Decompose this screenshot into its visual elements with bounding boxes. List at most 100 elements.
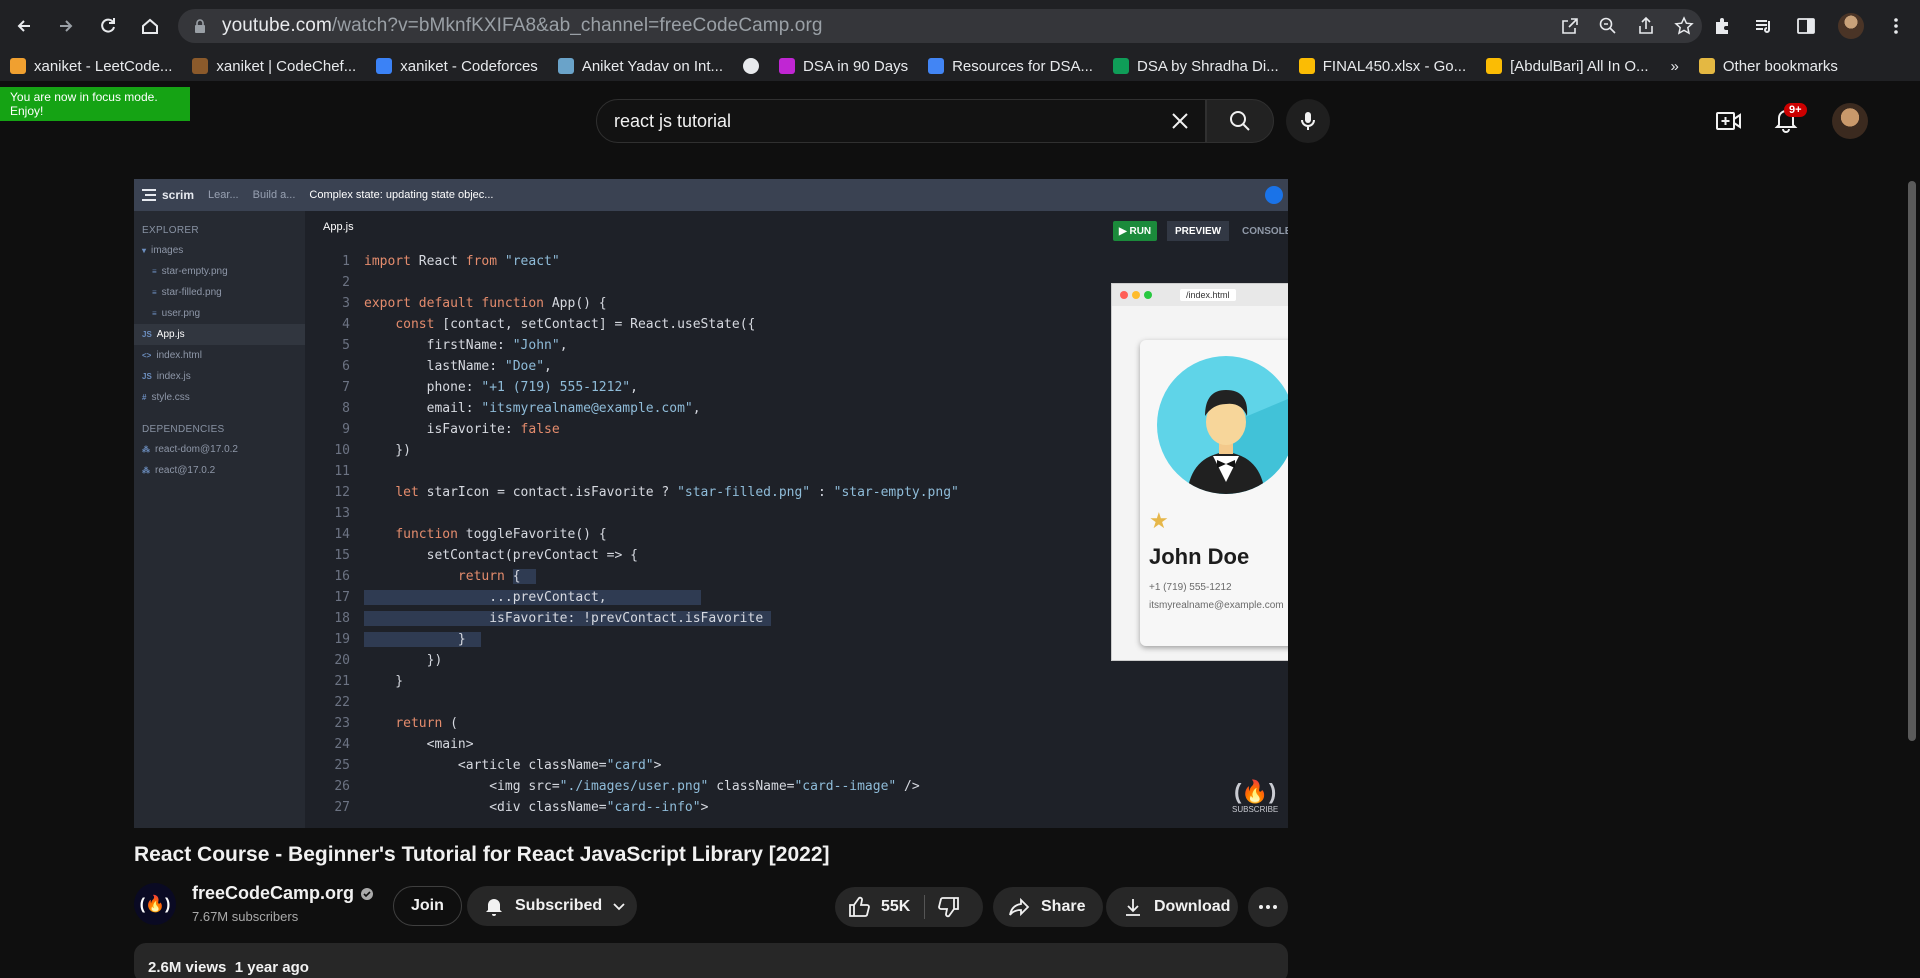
create-video-icon[interactable] (1716, 108, 1742, 134)
console-button: CONSOLE (1237, 221, 1288, 241)
bookmarks-overflow-button[interactable]: » (1661, 58, 1689, 75)
join-button[interactable]: Join (393, 886, 462, 926)
bookmark-item[interactable] (733, 58, 769, 74)
share-button[interactable]: Share (993, 887, 1103, 927)
bookmark-item[interactable]: xaniket - Codeforces (366, 58, 548, 75)
bookmark-label: Aniket Yadav on Int... (581, 57, 724, 75)
code-line: 27 <div className="card--info"> (334, 800, 709, 815)
zoom-icon[interactable] (1598, 16, 1618, 36)
file-name: index.js (156, 371, 191, 382)
scrimba-logo: scrim (142, 188, 194, 202)
bookmark-item[interactable]: FINAL450.xlsx - Go... (1289, 58, 1476, 75)
bookmark-item[interactable]: [AbdulBari] All In O... (1476, 58, 1658, 75)
bookmark-label: xaniket - Codeforces (400, 57, 538, 75)
media-control-icon[interactable] (1754, 16, 1774, 36)
bookmark-item[interactable]: Resources for DSA... (918, 58, 1103, 75)
bookmark-item[interactable]: xaniket | CodeChef... (182, 58, 366, 75)
card-email: itsmyrealname@example.com (1149, 600, 1284, 611)
bookmarks-bar: xaniket - LeetCode... xaniket | CodeChef.… (0, 51, 1920, 81)
bookmark-favicon-icon (928, 58, 945, 74)
search-input[interactable]: react js tutorial (596, 99, 1206, 143)
address-bar[interactable]: youtube.com/watch?v=bMknfKXIFA8&ab_chann… (178, 9, 1702, 43)
watermark-text: SUBSCRIBE (1232, 805, 1279, 814)
file-type-icon: JS (142, 372, 152, 381)
bookmark-label: xaniket - LeetCode... (34, 57, 173, 75)
explorer-folder: ▾ images (134, 240, 305, 261)
scrim-breadcrumb-1: Lear... (208, 189, 239, 201)
reload-button[interactable] (90, 8, 126, 44)
download-button[interactable]: Download (1106, 887, 1238, 927)
voice-search-button[interactable] (1286, 99, 1330, 143)
share-arrow-icon (1009, 897, 1030, 917)
explorer-file: ≡ star-filled.png (134, 282, 305, 303)
file-name: images (151, 245, 184, 256)
file-explorer: EXPLORER ▾ images ≡ star-empty.png ≡ star-fil… (134, 211, 305, 828)
bookmark-label: DSA by Shradha Di... (1136, 57, 1279, 75)
scrim-lesson-title: Complex state: updating state objec... (309, 189, 494, 201)
lock-icon (195, 19, 205, 33)
like-thumb-icon[interactable] (847, 895, 871, 919)
open-in-new-icon[interactable] (1560, 16, 1580, 36)
video-player[interactable]: scrim Lear... Build a... Complex state: … (134, 179, 1288, 828)
download-label: Download (1154, 898, 1231, 915)
fcc-subscribe-watermark: (🔥) SUBSCRIBE (1232, 779, 1278, 814)
verified-check-icon (361, 887, 374, 900)
side-panel-icon[interactable] (1796, 16, 1816, 36)
home-button[interactable] (132, 8, 168, 44)
extensions-icon[interactable] (1712, 16, 1732, 36)
scrimba-logo-text: scrim (162, 188, 195, 202)
bookmark-star-icon[interactable] (1674, 16, 1694, 36)
back-button[interactable] (6, 8, 42, 44)
channel-avatar[interactable]: (🔥) (134, 883, 176, 925)
file-name: App.js (156, 329, 185, 340)
share-page-icon[interactable] (1636, 16, 1656, 36)
page-scrollbar[interactable] (1908, 181, 1916, 741)
back-arrow-icon (17, 19, 30, 32)
clear-search-icon[interactable] (1169, 110, 1191, 132)
explorer-file: <> index.html (134, 345, 305, 366)
code-line: 24 <main> (334, 737, 474, 752)
view-count: 2.6M views (148, 959, 227, 976)
bookmark-label: DSA in 90 Days (803, 57, 909, 75)
browser-profile-avatar[interactable] (1838, 13, 1864, 39)
user-avatar-illustration (1157, 356, 1288, 494)
microphone-icon (1301, 112, 1315, 130)
file-name: star-empty.png (161, 266, 228, 277)
file-type-icon: ⁂ (142, 466, 150, 475)
forward-button[interactable] (48, 8, 84, 44)
file-name: index.html (156, 350, 202, 361)
dependency-item: ⁂ react-dom@17.0.2 (134, 439, 305, 460)
power-icon (1265, 186, 1283, 204)
dislike-thumb-icon[interactable] (937, 895, 961, 919)
subscribed-button[interactable]: Subscribed (467, 886, 637, 926)
file-type-icon: ⁂ (142, 445, 150, 454)
bookmark-item[interactable]: xaniket - LeetCode... (0, 58, 182, 75)
other-bookmarks-label: Other bookmarks (1722, 57, 1838, 75)
browser-menu-icon[interactable] (1886, 16, 1906, 36)
like-divider (924, 895, 926, 919)
url-text: youtube.com/watch?v=bMknfKXIFA8&ab_chann… (222, 15, 823, 37)
notification-count-badge: 9+ (1784, 103, 1807, 117)
preview-url: /index.html (1180, 289, 1236, 301)
file-type-icon: ≡ (152, 267, 157, 276)
bell-ringing-icon (486, 899, 502, 916)
like-count: 55K (881, 898, 911, 915)
bookmark-item[interactable]: DSA by Shradha Di... (1103, 58, 1289, 75)
reload-icon (101, 17, 115, 33)
bookmark-label: Resources for DSA... (952, 57, 1093, 75)
bookmark-item[interactable]: DSA in 90 Days (769, 58, 918, 75)
bookmark-favicon-icon (779, 58, 796, 74)
code-line: 21 } (334, 674, 404, 689)
preview-titlebar: /index.html (1112, 284, 1288, 306)
channel-name[interactable]: freeCodeCamp.org (192, 883, 374, 904)
file-name: star-filled.png (161, 287, 222, 298)
file-type-icon: # (142, 393, 147, 402)
bookmark-item[interactable]: Aniket Yadav on Int... (548, 58, 733, 75)
search-button[interactable] (1206, 99, 1274, 143)
channel-name-text: freeCodeCamp.org (192, 883, 355, 903)
other-bookmarks-folder[interactable]: Other bookmarks (1689, 58, 1848, 75)
preview-label: PREVIEW (1175, 225, 1222, 237)
account-avatar[interactable] (1832, 103, 1868, 139)
more-actions-button[interactable] (1248, 887, 1288, 927)
card-name: John Doe (1149, 544, 1250, 569)
